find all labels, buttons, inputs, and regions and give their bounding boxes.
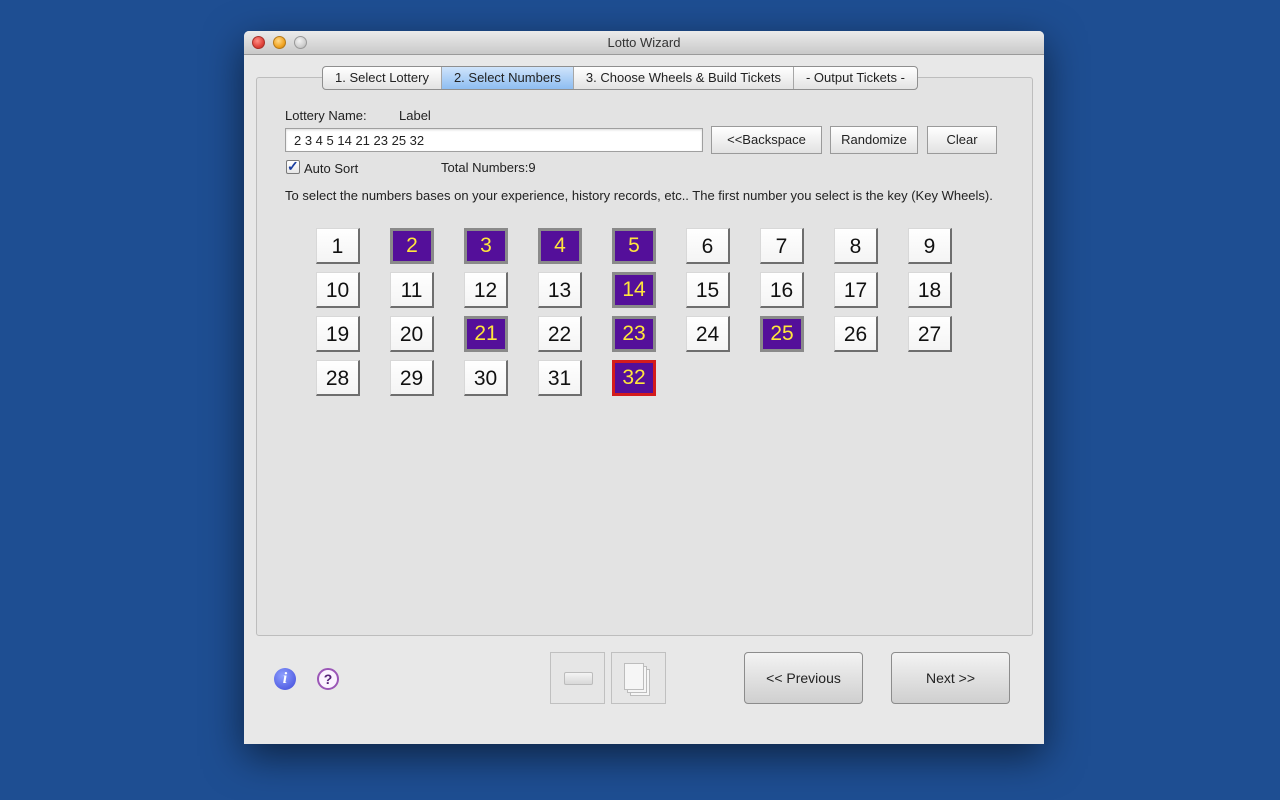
number-button-1[interactable]: 1 bbox=[316, 228, 360, 264]
wizard-tabs: 1. Select Lottery 2. Select Numbers 3. C… bbox=[322, 66, 918, 90]
tab-output-tickets[interactable]: - Output Tickets - bbox=[794, 67, 917, 89]
number-button-7[interactable]: 7 bbox=[760, 228, 804, 264]
total-numbers-label: Total Numbers:9 bbox=[441, 160, 536, 175]
number-button-4[interactable]: 4 bbox=[538, 228, 582, 264]
number-button-11[interactable]: 11 bbox=[390, 272, 434, 308]
number-button-6[interactable]: 6 bbox=[686, 228, 730, 264]
number-button-13[interactable]: 13 bbox=[538, 272, 582, 308]
keyboard-button[interactable] bbox=[550, 652, 605, 704]
instructions-text: To select the numbers bases on your expe… bbox=[285, 188, 993, 203]
title-bar: Lotto Wizard bbox=[244, 31, 1044, 55]
number-button-25[interactable]: 25 bbox=[760, 316, 804, 352]
number-button-21[interactable]: 21 bbox=[464, 316, 508, 352]
number-button-2[interactable]: 2 bbox=[390, 228, 434, 264]
number-button-9[interactable]: 9 bbox=[908, 228, 952, 264]
lotto-wizard-window: Lotto Wizard 1. Select Lottery 2. Select… bbox=[244, 31, 1044, 744]
backspace-button[interactable]: <<Backspace bbox=[711, 126, 822, 154]
auto-sort-checkbox[interactable] bbox=[286, 158, 300, 175]
number-button-15[interactable]: 15 bbox=[686, 272, 730, 308]
number-button-16[interactable]: 16 bbox=[760, 272, 804, 308]
selected-numbers-input[interactable] bbox=[285, 128, 703, 152]
keyboard-icon bbox=[564, 672, 593, 685]
copy-button[interactable] bbox=[611, 652, 666, 704]
number-button-18[interactable]: 18 bbox=[908, 272, 952, 308]
number-button-14[interactable]: 14 bbox=[612, 272, 656, 308]
number-button-24[interactable]: 24 bbox=[686, 316, 730, 352]
number-button-10[interactable]: 10 bbox=[316, 272, 360, 308]
number-button-27[interactable]: 27 bbox=[908, 316, 952, 352]
tab-select-numbers[interactable]: 2. Select Numbers bbox=[441, 67, 574, 89]
clear-button[interactable]: Clear bbox=[927, 126, 997, 154]
randomize-button[interactable]: Randomize bbox=[830, 126, 918, 154]
number-button-28[interactable]: 28 bbox=[316, 360, 360, 396]
window-title: Lotto Wizard bbox=[607, 35, 681, 50]
number-button-12[interactable]: 12 bbox=[464, 272, 508, 308]
tab-choose-wheels[interactable]: 3. Choose Wheels & Build Tickets bbox=[574, 67, 794, 89]
number-button-29[interactable]: 29 bbox=[390, 360, 434, 396]
help-icon[interactable]: ? bbox=[317, 668, 339, 690]
lottery-name-value: Label bbox=[399, 108, 431, 123]
info-glyph: i bbox=[282, 670, 288, 687]
tab-select-lottery[interactable]: 1. Select Lottery bbox=[323, 67, 442, 89]
next-button[interactable]: Next >> bbox=[891, 652, 1010, 704]
number-button-17[interactable]: 17 bbox=[834, 272, 878, 308]
number-button-3[interactable]: 3 bbox=[464, 228, 508, 264]
number-button-32[interactable]: 32 bbox=[612, 360, 656, 396]
number-button-5[interactable]: 5 bbox=[612, 228, 656, 264]
number-button-20[interactable]: 20 bbox=[390, 316, 434, 352]
select-numbers-panel bbox=[256, 77, 1033, 636]
previous-button[interactable]: << Previous bbox=[744, 652, 863, 704]
auto-sort-label: Auto Sort bbox=[304, 161, 359, 176]
number-button-8[interactable]: 8 bbox=[834, 228, 878, 264]
number-button-19[interactable]: 19 bbox=[316, 316, 360, 352]
number-button-22[interactable]: 22 bbox=[538, 316, 582, 352]
lottery-name-label: Lottery Name: bbox=[285, 108, 367, 123]
number-button-23[interactable]: 23 bbox=[612, 316, 656, 352]
help-glyph: ? bbox=[323, 671, 333, 687]
number-button-31[interactable]: 31 bbox=[538, 360, 582, 396]
info-icon[interactable]: i bbox=[274, 668, 296, 690]
number-button-30[interactable]: 30 bbox=[464, 360, 508, 396]
number-button-26[interactable]: 26 bbox=[834, 316, 878, 352]
